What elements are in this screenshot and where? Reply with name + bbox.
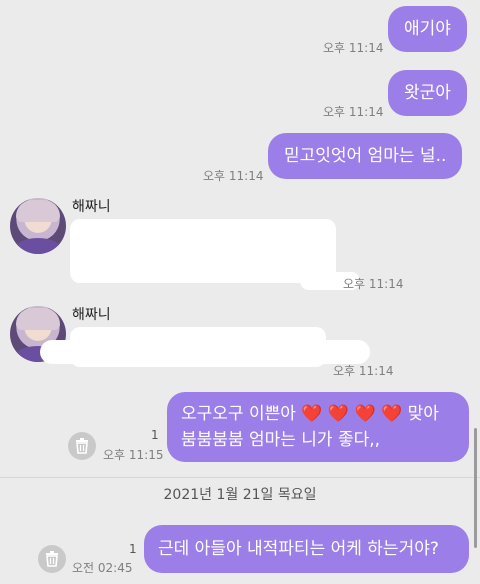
- heart-icon: ❤️ ❤️ ❤️ ❤️: [301, 404, 403, 424]
- message-bubble-sent[interactable]: 근데 아들아 내적파티는 어케 하는거야?: [144, 525, 469, 573]
- avatar[interactable]: [10, 198, 66, 254]
- message-timestamp: 오후 11:14: [203, 169, 264, 183]
- date-divider: 2021년 1월 21일 목요일: [163, 487, 317, 503]
- message-bubble-sent[interactable]: 오구오구 이쁜아 ❤️ ❤️ ❤️ ❤️ 맞아 붐붐붐붐 엄마는 니가 좋다,,: [167, 392, 469, 462]
- message-timestamp: 오후 11:14: [323, 41, 384, 55]
- unread-count: 1: [151, 428, 159, 442]
- message-timestamp: 오후 11:14: [323, 105, 384, 119]
- message-bubble-sent[interactable]: 믿고잇엇어 엄마는 널..: [268, 133, 463, 179]
- sender-name: 해짜니: [72, 307, 111, 323]
- sender-name: 해짜니: [72, 199, 111, 215]
- message-text: 오구오구 이쁜아: [181, 404, 296, 424]
- message-timestamp: 오후 11:14: [343, 277, 404, 291]
- redacted-message-bubble: [70, 219, 336, 283]
- message-bubble-sent[interactable]: 왓군아: [388, 70, 467, 116]
- message-text: 맞아: [407, 404, 439, 424]
- trash-icon[interactable]: [38, 545, 66, 573]
- scrollbar[interactable]: [474, 428, 477, 548]
- message-bubble-sent[interactable]: 애기야: [388, 6, 467, 52]
- divider: [0, 477, 480, 478]
- message-timestamp: 오전 02:45: [72, 561, 133, 575]
- message-timestamp: 오후 11:14: [333, 364, 394, 378]
- message-line: 오구오구 이쁜아 ❤️ ❤️ ❤️ ❤️ 맞아: [181, 401, 455, 427]
- unread-count: 1: [129, 542, 137, 556]
- redacted-message-bubble: [40, 340, 370, 364]
- message-line: 붐붐붐붐 엄마는 니가 좋다,,: [181, 430, 381, 450]
- message-timestamp: 오후 11:15: [103, 448, 164, 462]
- trash-icon[interactable]: [68, 432, 96, 460]
